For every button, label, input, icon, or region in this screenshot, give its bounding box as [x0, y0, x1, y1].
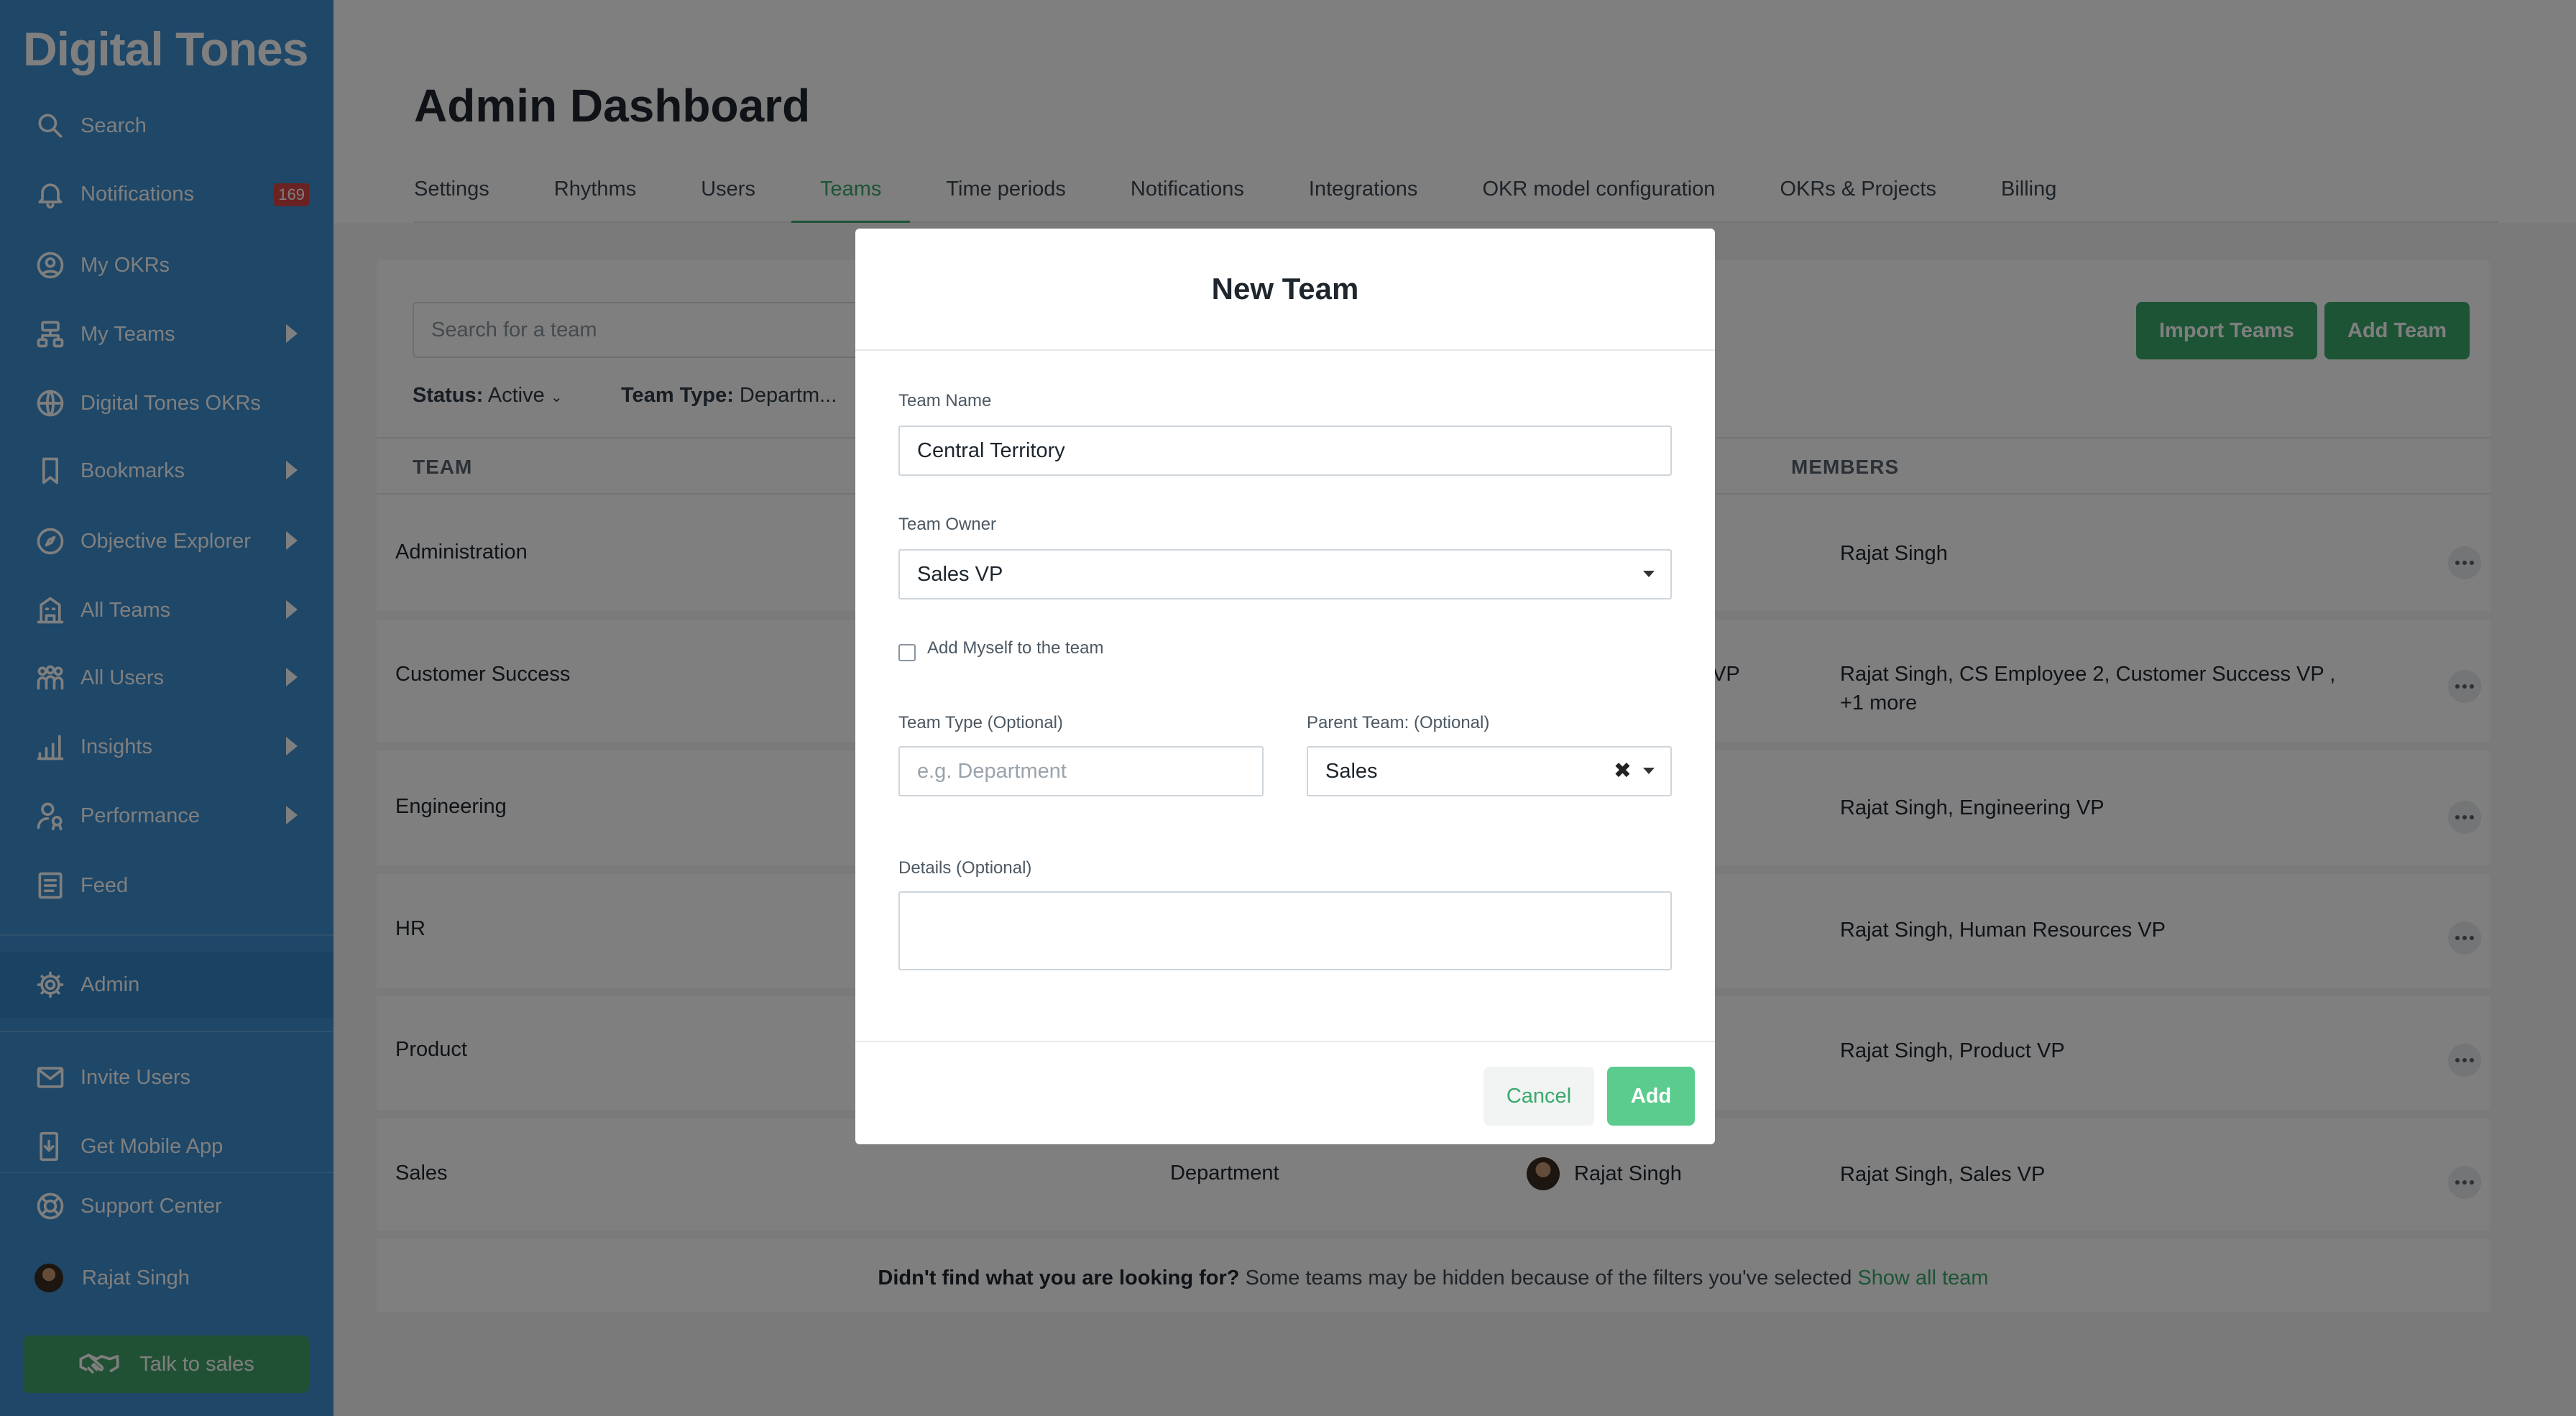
dialog-divider: [855, 1041, 1715, 1042]
team-type-label: Team Type (Optional): [898, 713, 1063, 732]
new-team-dialog: New Team Team Name Central Territory Tea…: [855, 229, 1715, 1144]
team-name-input[interactable]: Central Territory: [898, 426, 1672, 476]
team-owner-label: Team Owner: [898, 515, 997, 534]
add-button[interactable]: Add: [1607, 1067, 1695, 1126]
add-myself-label[interactable]: Add Myself to the team: [927, 638, 1103, 658]
details-textarea[interactable]: [898, 891, 1672, 970]
clear-icon[interactable]: ✖: [1614, 759, 1632, 783]
team-owner-select[interactable]: Sales VP: [898, 549, 1672, 599]
dropdown-caret-icon: [1643, 768, 1655, 774]
parent-team-select[interactable]: Sales ✖: [1307, 746, 1672, 796]
dropdown-caret-icon: [1643, 571, 1655, 577]
details-label: Details (Optional): [898, 858, 1032, 878]
parent-team-label: Parent Team: (Optional): [1307, 713, 1490, 732]
team-owner-value: Sales VP: [917, 563, 1003, 586]
dialog-divider: [855, 349, 1715, 351]
team-type-input[interactable]: e.g. Department: [898, 746, 1264, 796]
parent-team-value: Sales: [1325, 760, 1378, 783]
team-name-label: Team Name: [898, 391, 992, 410]
add-myself-checkbox[interactable]: [898, 644, 916, 661]
dialog-title: New Team: [1211, 272, 1359, 305]
cancel-button[interactable]: Cancel: [1484, 1067, 1594, 1126]
